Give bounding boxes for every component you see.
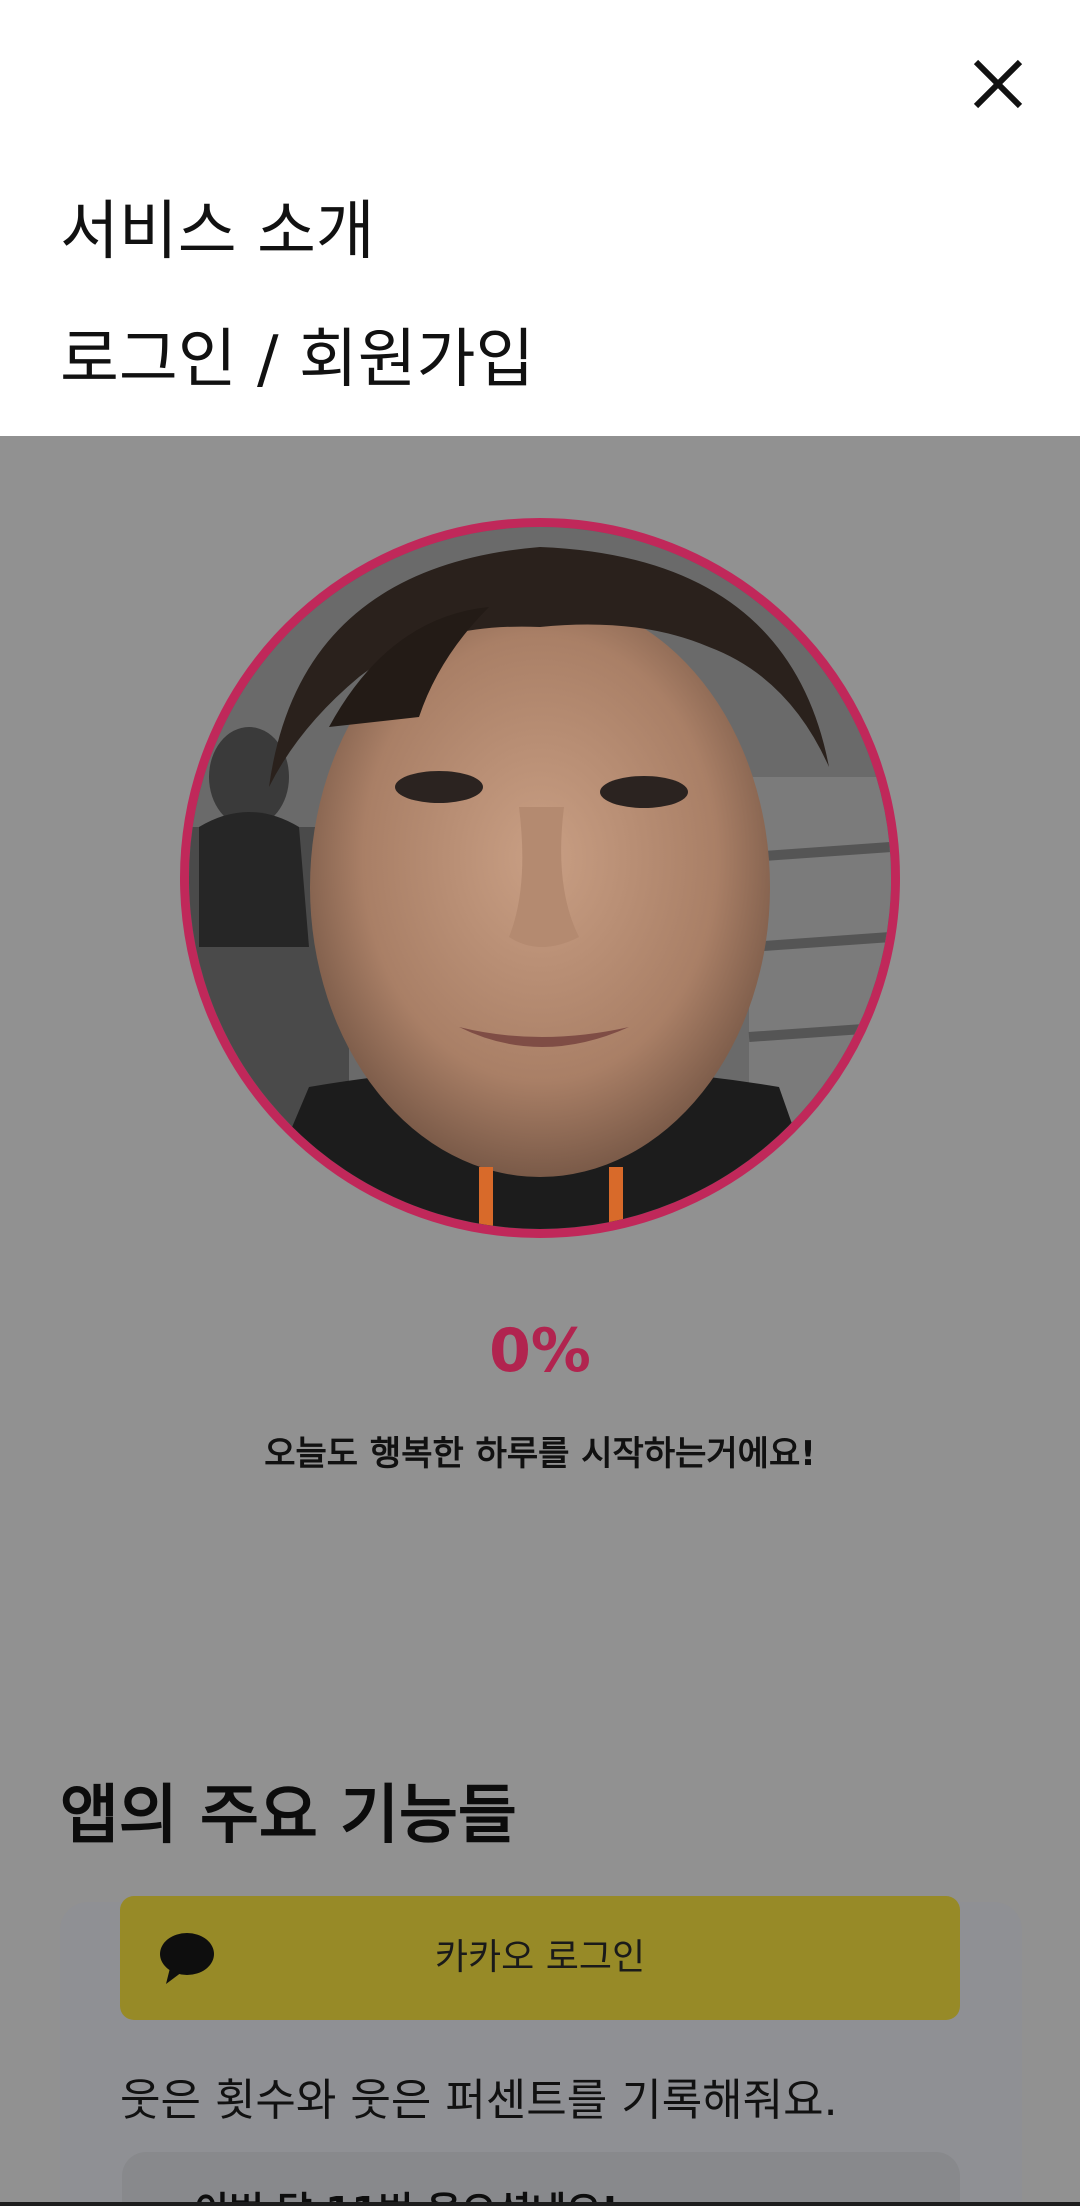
- smile-percent: 0%: [489, 1316, 591, 1386]
- menu-item-login-signup[interactable]: 로그인 / 회원가입: [60, 308, 534, 400]
- main-content-dimmed[interactable]: 0% 오늘도 행복한 하루를 시작하는거에요! 앱의 주요 기능들 카카오 로그…: [0, 436, 1080, 2206]
- app-screen: 서비스 소개 로그인 / 회원가입 0% 오늘도 행복한 하루를 시작하는거에요…: [0, 0, 1080, 2206]
- profile-photo: [180, 518, 900, 1238]
- daily-message: 오늘도 행복한 하루를 시작하는거에요!: [264, 1434, 816, 1474]
- monthly-count-card: 이번 달 11번 웃으셨네요!: [122, 2152, 960, 2206]
- menu-item-service-intro[interactable]: 서비스 소개: [60, 180, 375, 272]
- features-title: 앱의 주요 기능들: [60, 1779, 517, 1853]
- kakao-login-button[interactable]: 카카오 로그인: [120, 1896, 960, 2020]
- close-button[interactable]: [958, 44, 1038, 124]
- feature-description: 웃은 횟수와 웃은 퍼센트를 기록해줘요.: [120, 2075, 838, 2126]
- face-photo-illustration: [189, 527, 891, 1229]
- bottom-divider: [0, 2202, 1080, 2206]
- close-icon: [973, 59, 1023, 109]
- menu-panel: 서비스 소개 로그인 / 회원가입: [0, 0, 1080, 436]
- kakao-login-label: 카카오 로그인: [434, 1937, 646, 1978]
